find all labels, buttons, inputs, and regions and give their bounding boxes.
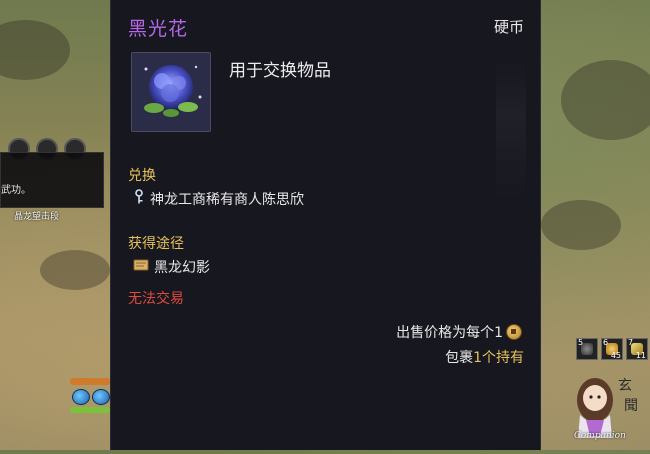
- quick-slot[interactable]: 7 11: [626, 338, 648, 360]
- background-calligraphy: [496, 60, 526, 200]
- skill-popup-text: 武功。: [1, 185, 31, 196]
- stamina-bar: [70, 407, 110, 413]
- svg-text:聞: 聞: [624, 398, 638, 414]
- exchange-label: 兑换: [128, 168, 156, 184]
- scroll-icon: [132, 257, 150, 277]
- hp-bar: [70, 378, 110, 385]
- mp-orbs: [72, 389, 110, 405]
- item-category: 硬币: [493, 18, 524, 36]
- trade-status: 无法交易: [128, 291, 184, 307]
- shadow-patch: [40, 250, 110, 290]
- coin-icon: [506, 324, 522, 340]
- slot-count: 45: [610, 351, 621, 360]
- exchange-npc: 神龙工商稀有商人陈思欣: [150, 192, 304, 208]
- slot-count: 11: [635, 351, 646, 360]
- skill-label: 晶龙望击段: [14, 212, 60, 222]
- watermark-text: Companion: [574, 431, 626, 441]
- sell-price-row: 出售价格为每个1: [396, 322, 522, 342]
- bag-prefix: 包裹: [445, 350, 474, 366]
- quick-slot[interactable]: 5: [576, 338, 598, 360]
- key-icon: [132, 189, 146, 209]
- bag-count: 1个持有: [473, 350, 524, 366]
- mp-orb: [92, 389, 110, 405]
- shadow-patch: [0, 20, 70, 80]
- exchange-row: 神龙工商稀有商人陈思欣: [132, 189, 304, 209]
- source-value: 黑龙幻影: [154, 260, 210, 276]
- shadow-patch: [541, 200, 621, 250]
- flower-item-icon: [131, 52, 211, 132]
- quick-slot[interactable]: 6 45: [601, 338, 623, 360]
- slot-number: 7: [628, 338, 634, 347]
- svg-text:玄: 玄: [618, 377, 632, 394]
- sell-price-label: 出售价格为每个1: [396, 325, 503, 341]
- mp-orb: [72, 389, 90, 405]
- slot-number: 6: [603, 338, 609, 347]
- item-tooltip: 黑光花 硬币 用于交换物品 兑换 神龙工商稀有商人陈思欣 获得途径 黑龙幻影 无…: [110, 0, 541, 450]
- skill-popup: 武功。: [0, 152, 104, 208]
- quick-slot-bar: 5 6 45 7 11: [576, 338, 648, 360]
- item-name: 黑光花: [128, 18, 189, 40]
- slot-number: 5: [578, 338, 584, 347]
- source-row: 黑龙幻影: [132, 257, 210, 277]
- item-description: 用于交换物品: [229, 61, 331, 81]
- shadow-patch: [561, 60, 650, 140]
- source-label: 获得途径: [128, 236, 184, 252]
- bag-count-row: 包裹1个持有: [445, 347, 524, 367]
